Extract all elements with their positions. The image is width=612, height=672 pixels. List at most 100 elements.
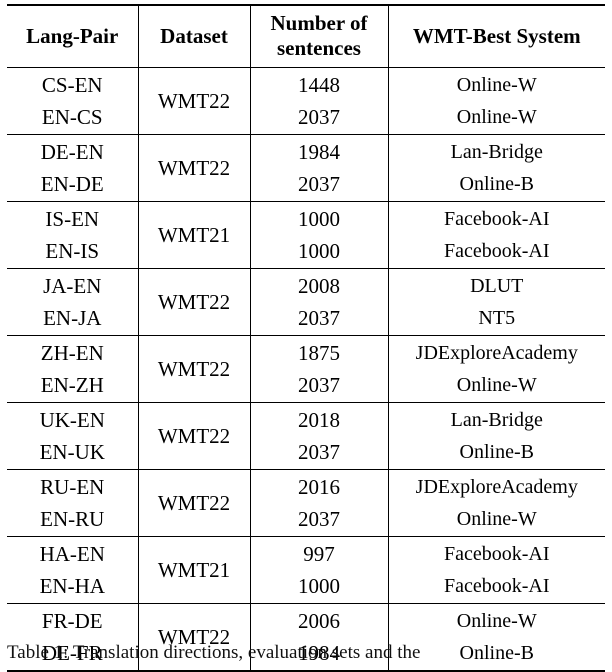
num-sentences-value: 1000 (298, 574, 340, 598)
wmt-best-system-value: Online-W (456, 374, 537, 396)
cell-num-sentences: 997 1000 (249, 536, 388, 604)
lang-pair-value: EN-RU (40, 507, 105, 531)
lang-pair-value: ZH-EN (40, 341, 104, 365)
page-root: Lang-Pair Dataset Number of sentences WM… (0, 0, 612, 672)
num-sentences-value: 2037 (298, 373, 340, 397)
lang-pair-value: FR-DE (41, 609, 103, 633)
wmt-best-system-value: Lan-Bridge (450, 141, 543, 163)
cell-lang-pair: CS-EN EN-CS (7, 67, 138, 135)
num-sentences-value: 2008 (298, 274, 340, 298)
lang-pair-value: EN-ZH (40, 373, 104, 397)
wmt-best-system-value: Facebook-AI (443, 240, 550, 262)
table-row: IS-EN EN-IS WMT21 1000 1000 Facebook-AI … (7, 201, 605, 269)
lang-pair-value: RU-EN (40, 475, 105, 499)
num-sentences-value: 2037 (298, 306, 340, 330)
lang-pair-value: UK-EN (39, 408, 105, 432)
num-sentences-value: 2037 (298, 172, 340, 196)
cell-wmt-best-system: DLUT NT5 (387, 268, 605, 336)
num-sentences-value: 2037 (298, 440, 340, 464)
cell-dataset: WMT21 (137, 201, 250, 269)
cell-num-sentences: 2018 2037 (249, 402, 388, 470)
num-sentences-value: 2016 (298, 475, 340, 499)
wmt-best-system-value: JDExploreAcademy (415, 476, 578, 498)
cell-wmt-best-system: JDExploreAcademy Online-W (387, 469, 605, 537)
cell-num-sentences: 1448 2037 (249, 67, 388, 135)
wmt-best-system-value: Online-W (456, 74, 537, 96)
lang-pair-value: EN-DE (40, 172, 104, 196)
cell-num-sentences: 1000 1000 (249, 201, 388, 269)
table-row: HA-EN EN-HA WMT21 997 1000 Facebook-AI F… (7, 536, 605, 604)
num-sentences-value: 1000 (298, 207, 340, 231)
num-sentences-value: 1984 (298, 140, 340, 164)
lang-pair-value: HA-EN (39, 542, 105, 566)
table-row: JA-EN EN-JA WMT22 2008 2037 DLUT NT5 (7, 268, 605, 336)
num-sentences-value: 1875 (298, 341, 340, 365)
num-sentences-value: 997 (303, 542, 335, 566)
lang-pair-table: Lang-Pair Dataset Number of sentences WM… (7, 4, 605, 672)
wmt-best-system-value: Online-W (456, 508, 537, 530)
column-header-dataset: Dataset (137, 4, 250, 68)
table-row: UK-EN EN-UK WMT22 2018 2037 Lan-Bridge O… (7, 402, 605, 470)
wmt-best-system-value: Online-W (456, 610, 537, 632)
num-sentences-value: 1448 (298, 73, 340, 97)
cell-num-sentences: 2008 2037 (249, 268, 388, 336)
num-sentences-value: 2037 (298, 507, 340, 531)
table-caption: Table 1: Translation directions, evaluat… (7, 642, 421, 663)
wmt-best-system-value: Facebook-AI (443, 208, 550, 230)
cell-dataset: WMT22 (137, 469, 250, 537)
table-row: CS-EN EN-CS WMT22 1448 2037 Online-W Onl… (7, 67, 605, 135)
wmt-best-system-value: Online-B (459, 441, 534, 463)
cell-lang-pair: UK-EN EN-UK (7, 402, 138, 470)
wmt-best-system-value: Lan-Bridge (450, 409, 543, 431)
lang-pair-value: DE-EN (40, 140, 104, 164)
num-sentences-value: 1000 (298, 239, 340, 263)
cell-lang-pair: RU-EN EN-RU (7, 469, 138, 537)
lang-pair-value: EN-HA (39, 574, 105, 598)
column-header-number-of-sentences-line2: sentences (277, 36, 361, 60)
cell-wmt-best-system: Lan-Bridge Online-B (387, 402, 605, 470)
cell-lang-pair: DE-EN EN-DE (7, 134, 138, 202)
wmt-best-system-value: JDExploreAcademy (415, 342, 578, 364)
wmt-best-system-value: Facebook-AI (443, 543, 550, 565)
table-row: RU-EN EN-RU WMT22 2016 2037 JDExploreAca… (7, 469, 605, 537)
table-body: CS-EN EN-CS WMT22 1448 2037 Online-W Onl… (7, 67, 605, 672)
wmt-best-system-value: Facebook-AI (443, 575, 550, 597)
wmt-best-system-value: NT5 (478, 307, 516, 329)
cell-lang-pair: ZH-EN EN-ZH (7, 335, 138, 403)
cell-dataset: WMT22 (137, 134, 250, 202)
table-row: ZH-EN EN-ZH WMT22 1875 2037 JDExploreAca… (7, 335, 605, 403)
column-header-number-of-sentences: Number of sentences (249, 4, 388, 68)
cell-num-sentences: 1984 2037 (249, 134, 388, 202)
lang-pair-value: IS-EN (45, 207, 100, 231)
cell-lang-pair: IS-EN EN-IS (7, 201, 138, 269)
column-header-wmt-best-system: WMT-Best System (387, 4, 605, 68)
cell-num-sentences: 2016 2037 (249, 469, 388, 537)
table-container: Lang-Pair Dataset Number of sentences WM… (7, 4, 605, 672)
cell-wmt-best-system: JDExploreAcademy Online-W (387, 335, 605, 403)
num-sentences-value: 2006 (298, 609, 340, 633)
wmt-best-system-value: Online-W (456, 106, 537, 128)
column-header-number-of-sentences-line1: Number of (270, 11, 368, 35)
wmt-best-system-value: Online-B (459, 173, 534, 195)
num-sentences-value: 2018 (298, 408, 340, 432)
lang-pair-value: EN-JA (43, 306, 102, 330)
cell-wmt-best-system: Lan-Bridge Online-B (387, 134, 605, 202)
num-sentences-value: 2037 (298, 105, 340, 129)
cell-lang-pair: HA-EN EN-HA (7, 536, 138, 604)
table-header-row: Lang-Pair Dataset Number of sentences WM… (7, 4, 605, 68)
cell-wmt-best-system: Online-W Online-W (387, 67, 605, 135)
lang-pair-value: CS-EN (41, 73, 103, 97)
cell-dataset: WMT22 (137, 268, 250, 336)
cell-dataset: WMT21 (137, 536, 250, 604)
table-header: Lang-Pair Dataset Number of sentences WM… (7, 4, 605, 68)
cell-dataset: WMT22 (137, 335, 250, 403)
column-header-lang-pair: Lang-Pair (7, 4, 138, 68)
cell-dataset: WMT22 (137, 67, 250, 135)
cell-wmt-best-system: Facebook-AI Facebook-AI (387, 201, 605, 269)
lang-pair-value: JA-EN (43, 274, 102, 298)
cell-dataset: WMT22 (137, 402, 250, 470)
table-row: DE-EN EN-DE WMT22 1984 2037 Lan-Bridge O… (7, 134, 605, 202)
cell-wmt-best-system: Facebook-AI Facebook-AI (387, 536, 605, 604)
lang-pair-value: EN-IS (45, 239, 100, 263)
cell-lang-pair: JA-EN EN-JA (7, 268, 138, 336)
